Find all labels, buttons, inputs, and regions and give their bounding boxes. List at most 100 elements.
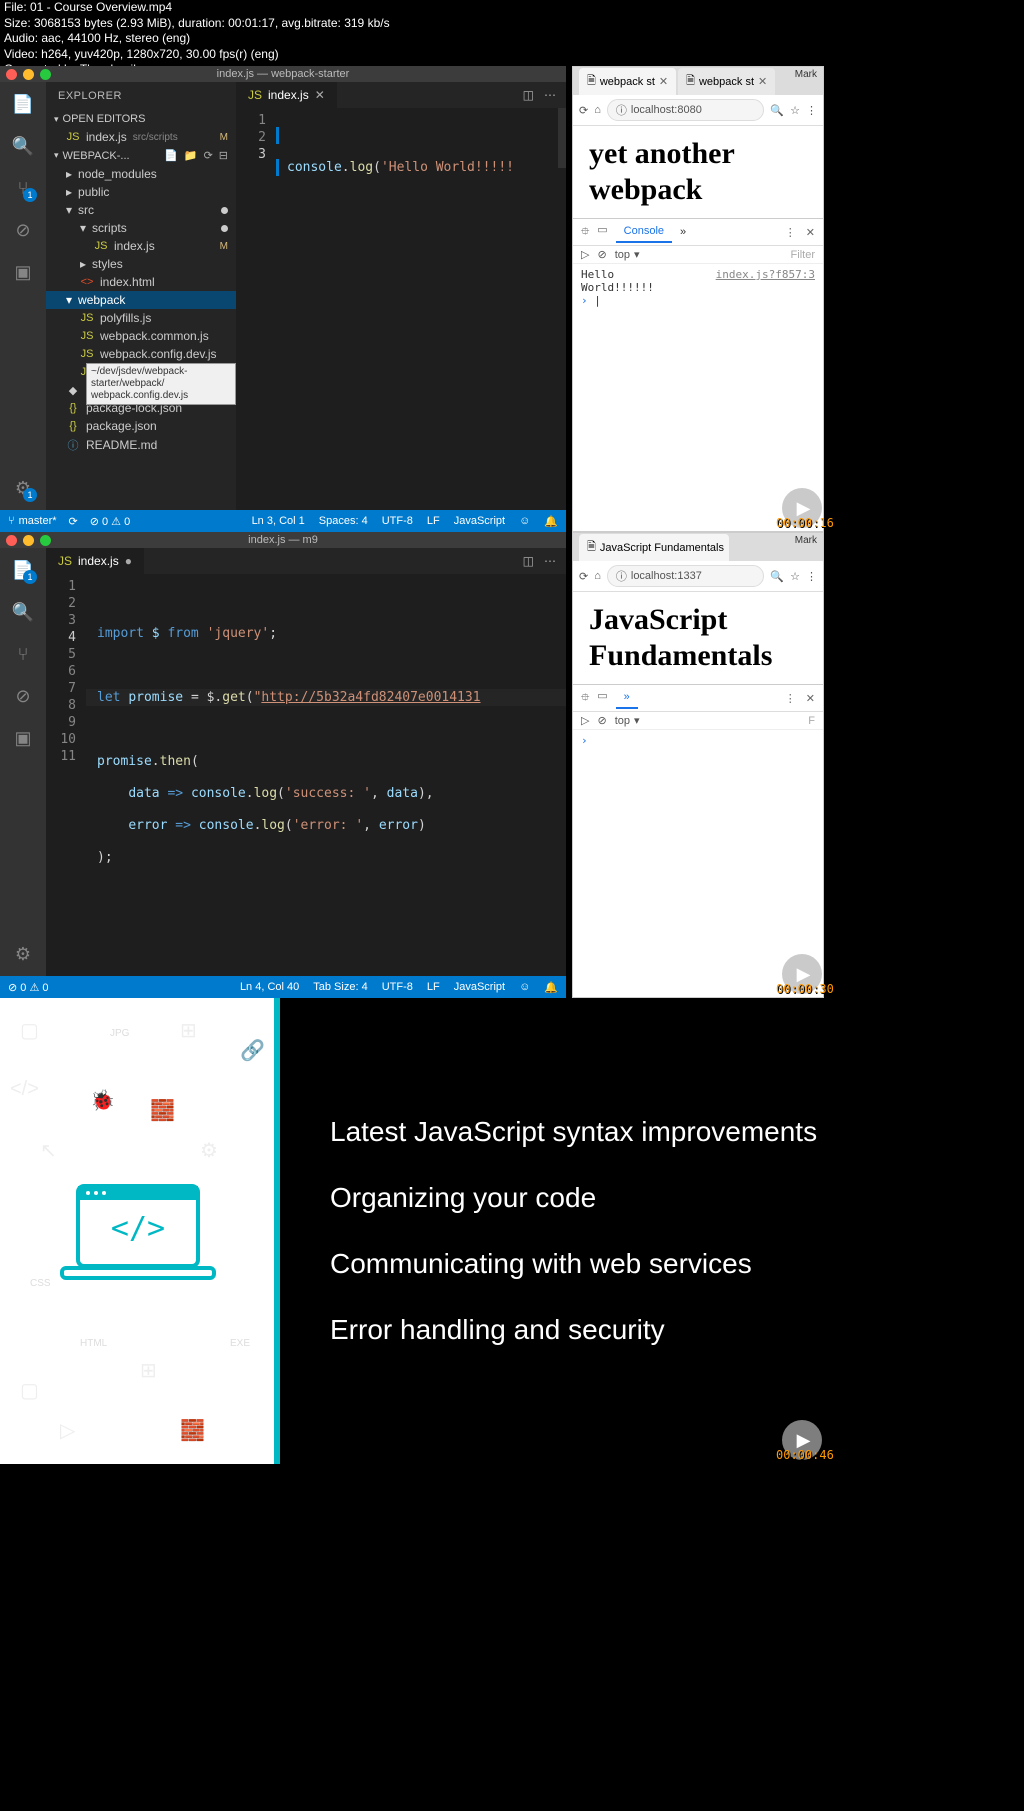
bell-icon[interactable]: 🔔 bbox=[544, 981, 558, 994]
file-webpack-common[interactable]: JSwebpack.common.js bbox=[46, 327, 236, 345]
console-prompt[interactable]: › bbox=[581, 734, 815, 747]
extensions-icon[interactable]: ▣ bbox=[11, 726, 35, 750]
split-icon[interactable]: ◫ bbox=[523, 554, 534, 568]
files-icon[interactable]: 📄 bbox=[11, 92, 35, 116]
indent-status[interactable]: Tab Size: 4 bbox=[313, 981, 367, 993]
language-status[interactable]: JavaScript bbox=[454, 515, 505, 527]
git-icon[interactable]: ⑂1 bbox=[11, 176, 35, 200]
browser-tab-1[interactable]: 🗎webpack st✕ bbox=[579, 68, 676, 95]
file-webpack-dev[interactable]: JSwebpack.config.dev.js bbox=[46, 345, 236, 363]
problems-status[interactable]: ⊘ 0 ⚠ 0 bbox=[8, 981, 48, 994]
feedback-icon[interactable]: ☺ bbox=[519, 981, 530, 993]
code-content[interactable]: console.log('Hello World!!!!! bbox=[276, 108, 566, 510]
tab-index-js[interactable]: JS index.js ✕ bbox=[236, 82, 338, 108]
encoding-status[interactable]: UTF-8 bbox=[382, 515, 413, 527]
open-editors-section[interactable]: ▾OPEN EDITORS bbox=[46, 110, 236, 128]
zoom-icon[interactable]: 🔍 bbox=[770, 104, 784, 117]
folder-src[interactable]: ▾src bbox=[46, 201, 236, 219]
file-readme[interactable]: ⓘREADME.md bbox=[46, 435, 236, 455]
cursor-position[interactable]: Ln 3, Col 1 bbox=[252, 515, 305, 527]
refresh-icon[interactable]: ⟳ bbox=[204, 149, 213, 162]
url-bar[interactable]: ⓘlocalhost:8080 bbox=[607, 99, 765, 121]
settings-icon[interactable]: ⋮ bbox=[785, 692, 796, 705]
close-icon[interactable]: ✕ bbox=[315, 88, 325, 102]
close-window-icon[interactable] bbox=[6, 69, 17, 80]
minimize-window-icon[interactable] bbox=[23, 69, 34, 80]
close-devtools-icon[interactable]: ✕ bbox=[806, 226, 815, 239]
console-tab[interactable]: Console bbox=[616, 221, 672, 243]
menu-icon[interactable]: ⋮ bbox=[806, 104, 817, 117]
debug-icon[interactable]: ⊘ bbox=[11, 684, 35, 708]
search-icon[interactable]: 🔍 bbox=[11, 600, 35, 624]
close-window-icon[interactable] bbox=[6, 535, 17, 546]
file-index-js[interactable]: JSindex.jsM bbox=[46, 237, 236, 255]
git-branch-status[interactable]: ⑂ master* bbox=[8, 515, 57, 527]
problems-status[interactable]: ⊘ 0 ⚠ 0 bbox=[90, 515, 130, 528]
scope-selector[interactable]: top ▾ bbox=[615, 248, 640, 261]
encoding-status[interactable]: UTF-8 bbox=[382, 981, 413, 993]
git-icon[interactable]: ⑂ bbox=[11, 642, 35, 666]
star-icon[interactable]: ☆ bbox=[790, 570, 800, 583]
bell-icon[interactable]: 🔔 bbox=[544, 515, 558, 528]
cursor-position[interactable]: Ln 4, Col 40 bbox=[240, 981, 299, 993]
new-folder-icon[interactable]: 📁 bbox=[184, 149, 198, 162]
settings-icon[interactable]: ⋮ bbox=[785, 226, 796, 239]
collapse-icon[interactable]: ⊟ bbox=[219, 149, 228, 162]
search-icon[interactable]: 🔍 bbox=[11, 134, 35, 158]
indent-status[interactable]: Spaces: 4 bbox=[319, 515, 368, 527]
more-tabs-icon[interactable]: » bbox=[672, 222, 694, 242]
inspect-icon[interactable]: ⯐ bbox=[581, 223, 589, 242]
browser-tab-2[interactable]: 🗎webpack st✕ bbox=[678, 68, 775, 95]
menu-icon[interactable]: ⋮ bbox=[806, 570, 817, 583]
file-webpack-prod[interactable]: JSweb ~/dev/jsdev/webpack-starter/webpac… bbox=[46, 363, 236, 381]
browser-tab-1[interactable]: 🗎JavaScript Fundamentals✕ bbox=[579, 534, 729, 561]
inspect-icon[interactable]: ⯐ bbox=[581, 689, 589, 708]
folder-styles[interactable]: ▸styles bbox=[46, 255, 236, 273]
folder-node-modules[interactable]: ▸node_modules bbox=[46, 165, 236, 183]
close-icon[interactable]: ✕ bbox=[758, 75, 767, 88]
play-icon[interactable]: ▷ bbox=[581, 714, 589, 727]
bookmark-badge[interactable]: Mark bbox=[795, 69, 817, 80]
maximize-window-icon[interactable] bbox=[40, 69, 51, 80]
close-devtools-icon[interactable]: ✕ bbox=[806, 692, 815, 705]
more-icon[interactable]: ⋯ bbox=[544, 88, 556, 102]
folder-scripts[interactable]: ▾scripts bbox=[46, 219, 236, 237]
device-icon[interactable]: ▭ bbox=[597, 223, 607, 242]
folder-webpack[interactable]: ▾webpack bbox=[46, 291, 236, 309]
settings-icon[interactable]: ⚙1 bbox=[11, 476, 35, 500]
open-editor-item[interactable]: JS index.js src/scripts M bbox=[46, 128, 236, 146]
feedback-icon[interactable]: ☺ bbox=[519, 515, 530, 527]
zoom-icon[interactable]: 🔍 bbox=[770, 570, 784, 583]
scope-selector[interactable]: top ▾ bbox=[615, 714, 640, 727]
home-icon[interactable]: ⌂ bbox=[594, 104, 601, 116]
device-icon[interactable]: ▭ bbox=[597, 689, 607, 708]
new-file-icon[interactable]: 📄 bbox=[164, 149, 178, 162]
more-icon[interactable]: ⋯ bbox=[544, 554, 556, 568]
clear-icon[interactable]: ⊘ bbox=[597, 714, 606, 727]
reload-icon[interactable]: ⟳ bbox=[579, 570, 588, 583]
folder-public[interactable]: ▸public bbox=[46, 183, 236, 201]
url-bar[interactable]: ⓘlocalhost:1337 bbox=[607, 565, 765, 587]
tab-index-js[interactable]: JS index.js ● bbox=[46, 548, 145, 574]
minimize-window-icon[interactable] bbox=[23, 535, 34, 546]
console-prompt[interactable]: › | bbox=[581, 294, 815, 307]
debug-icon[interactable]: ⊘ bbox=[11, 218, 35, 242]
file-index-html[interactable]: <>index.html bbox=[46, 273, 236, 291]
extensions-icon[interactable]: ▣ bbox=[11, 260, 35, 284]
clear-icon[interactable]: ⊘ bbox=[597, 248, 606, 261]
play-icon[interactable]: ▷ bbox=[581, 248, 589, 261]
more-tabs-icon[interactable]: » bbox=[616, 687, 638, 709]
reload-icon[interactable]: ⟳ bbox=[579, 104, 588, 117]
maximize-window-icon[interactable] bbox=[40, 535, 51, 546]
code-editor[interactable]: 1234567891011 import $ from 'jquery'; le… bbox=[46, 574, 566, 976]
close-icon[interactable]: ✕ bbox=[728, 541, 729, 554]
code-content[interactable]: import $ from 'jquery'; let promise = $.… bbox=[86, 574, 566, 976]
settings-icon[interactable]: ⚙ bbox=[11, 942, 35, 966]
file-polyfills[interactable]: JSpolyfills.js bbox=[46, 309, 236, 327]
star-icon[interactable]: ☆ bbox=[790, 104, 800, 117]
files-icon[interactable]: 📄1 bbox=[11, 558, 35, 582]
bookmark-badge[interactable]: Mark bbox=[795, 535, 817, 546]
minimap[interactable] bbox=[558, 108, 566, 168]
close-icon[interactable]: ✕ bbox=[659, 75, 668, 88]
eol-status[interactable]: LF bbox=[427, 981, 440, 993]
